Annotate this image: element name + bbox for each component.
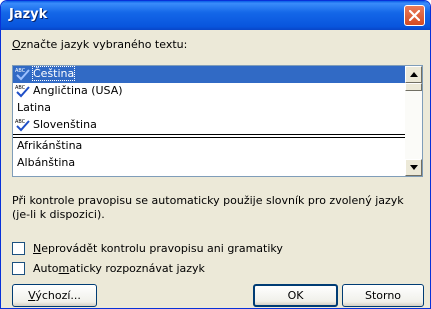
close-button[interactable] [404,5,425,26]
no-spellcheck-label: Neprovádět kontrolu pravopisu ani gramat… [33,242,283,255]
spellcheck-icon: ABC [15,85,30,98]
svg-text:ABC: ABC [15,119,26,125]
ok-button[interactable]: OK [253,284,338,307]
access-key: m [58,262,70,275]
prompt-access-key: O [12,38,21,51]
label-rest: aticky rozpoznávat jazyk [69,262,205,275]
language-label: Latina [17,101,51,114]
spellcheck-icon: ABC [15,119,30,132]
label-start: Auto [33,262,59,275]
scroll-thumb[interactable] [405,83,422,91]
language-items: ABC Čeština ABC Angličtina (USA) Latina … [13,66,405,176]
close-icon [409,10,420,21]
language-item-slovenstina[interactable]: ABC Slovenština [13,117,405,134]
auto-detect-label: Automaticky rozpoznávat jazyk [33,262,205,275]
language-label: Afrikánština [17,139,83,152]
auto-detect-checkbox[interactable] [12,262,25,275]
language-label: Angličtina (USA) [33,84,123,97]
arrow-up-icon [410,72,418,77]
arrow-down-icon [410,165,418,170]
list-scrollbar[interactable] [405,66,422,176]
dialog-title: Jazyk [9,7,48,22]
language-label: Čeština [31,66,76,81]
svg-text:ABC: ABC [15,85,26,91]
language-list[interactable]: ABC Čeština ABC Angličtina (USA) Latina … [12,65,423,177]
title-bar[interactable]: Jazyk [1,1,430,30]
svg-text:ABC: ABC [15,68,26,74]
language-item-albanstina[interactable]: Albánština [13,155,405,172]
default-button[interactable]: Výchozí... [12,284,97,307]
language-item-latina[interactable]: Latina [13,100,405,117]
language-label: Albánština [17,156,76,169]
cancel-button[interactable]: Storno [342,284,424,307]
prompt-text: značte jazyk vybraného textu: [20,38,188,51]
spellcheck-icon: ABC [15,68,30,81]
language-label: Slovenština [33,118,97,131]
language-dialog: Jazyk Označte jazyk vybraného textu: ABC… [0,0,431,309]
access-key: N [33,242,42,255]
language-item-afrikanstina[interactable]: Afrikánština [13,138,405,155]
scroll-up-button[interactable] [405,66,422,83]
no-spellcheck-checkbox[interactable] [12,242,25,255]
language-prompt-label: Označte jazyk vybraného textu: [12,38,187,51]
button-label: ýchozí... [35,289,81,302]
language-item-anglictina-usa[interactable]: ABC Angličtina (USA) [13,83,405,100]
language-item-cestina[interactable]: ABC Čeština [13,66,405,83]
label-rest: eprovádět kontrolu pravopisu ani gramati… [41,242,283,255]
scroll-down-button[interactable] [405,159,422,176]
info-text: Při kontrole pravopisu se automaticky po… [12,194,404,221]
